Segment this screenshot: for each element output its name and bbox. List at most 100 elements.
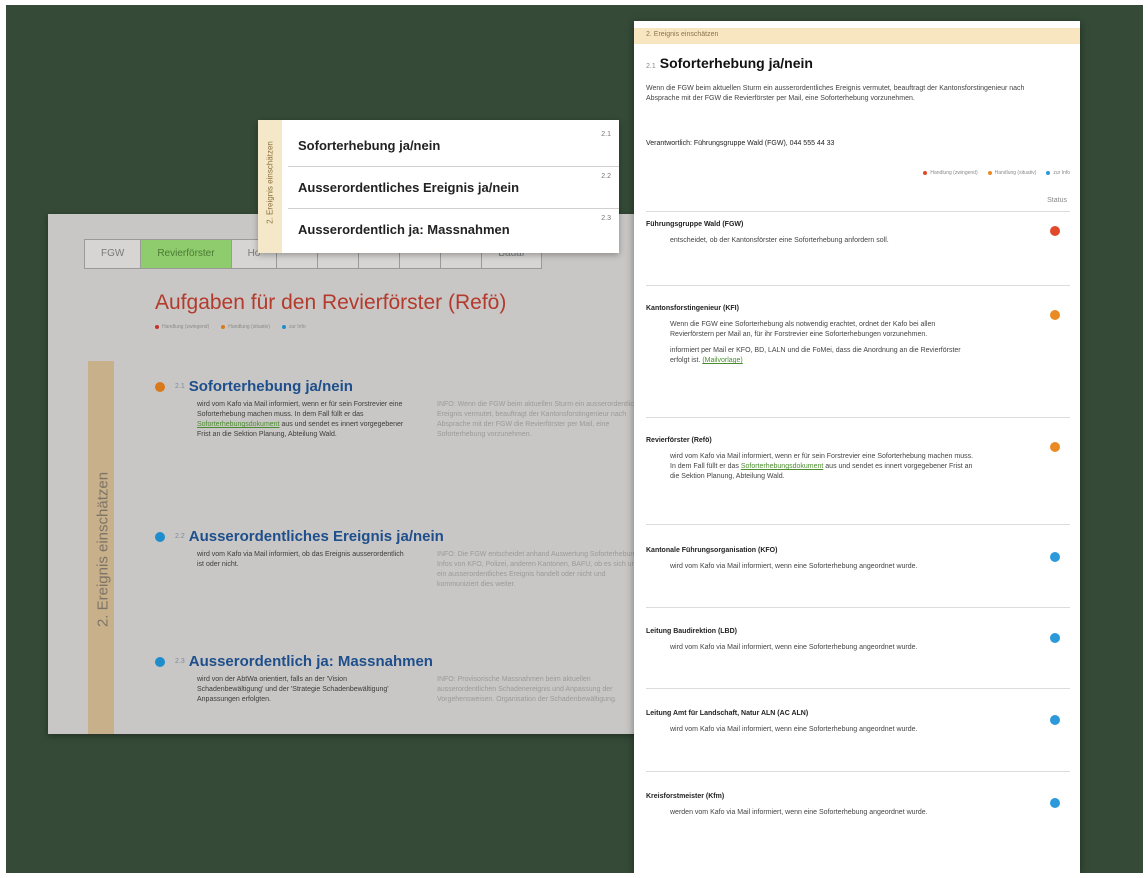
org-description: entscheidet, ob der Kantonsförster eine …: [670, 236, 980, 246]
legend-dot: [221, 325, 226, 329]
phase-label: 2. Ereignis einschätzen: [94, 471, 112, 628]
divider: [646, 417, 1070, 418]
legend-dot: [987, 171, 992, 175]
status-dot: [1050, 798, 1060, 808]
submenu-item-label: Ausserordentliches Ereignis ja/nein: [298, 180, 520, 195]
legend-item: zur Info: [1046, 170, 1070, 176]
task-number: 2.1: [175, 383, 185, 390]
org-text: wird vom Kafo via Mail informiert, wenn …: [670, 644, 918, 651]
divider: [646, 771, 1070, 772]
task-description: wird von der AbtWa orientiert, falls an …: [197, 676, 389, 703]
legend-label: zur Info: [1053, 170, 1070, 176]
status-column-header: Status: [1047, 197, 1067, 204]
task-description: wird vom Kafo via Mail informiert, wenn …: [197, 400, 407, 440]
submenu-item-massnahmen[interactable]: Ausserordentlich ja: Massnahmen 2.3: [288, 208, 619, 250]
org-name: Revierförster (Refö): [646, 437, 712, 444]
sheet-title: Soforterhebung ja/nein: [659, 55, 813, 71]
document-link[interactable]: Soforterhebungsdokument: [197, 421, 280, 428]
org-text: werden vom Kafo via Mail informiert, wen…: [670, 809, 928, 816]
divider: [646, 607, 1070, 608]
org-description: wird vom Kafo via Mail informiert, wenn …: [670, 725, 980, 735]
task-2-2: 2.2 Ausserordentliches Ereignis ja/nein …: [155, 528, 640, 588]
org-text: wird vom Kafo via Mail informiert, wenn …: [670, 452, 980, 482]
org-description: werden vom Kafo via Mail informiert, wen…: [670, 808, 980, 818]
submenu-item-ausserordentliches-ereignis[interactable]: Ausserordentliches Ereignis ja/nein 2.2: [288, 166, 619, 209]
org-name: Kantonsforstingenieur (KFI): [646, 305, 739, 312]
legend-label: Handlung (situativ): [228, 324, 270, 330]
task-info: INFO: Provisorische Massnahmen beim aktu…: [437, 676, 617, 703]
org-row-aln: Leitung Amt für Landschaft, Natur ALN (A…: [646, 710, 1076, 741]
org-text: wird vom Kafo via Mail informiert, wenn …: [670, 726, 918, 733]
task-description: wird vom Kafo via Mail informiert, ob da…: [197, 551, 404, 568]
org-row-kfi: Kantonsforstingenieur (KFI) Wenn die FGW…: [646, 305, 1076, 372]
sheet-intro: Wenn die FGW beim aktuellen Sturm ein au…: [646, 85, 1025, 102]
phase-label: 2. Ereignis einschätzen: [265, 141, 275, 224]
task-title: Ausserordentliches Ereignis ja/nein: [188, 528, 444, 545]
org-row-fgw: Führungsgruppe Wald (FGW) entscheidet, o…: [646, 221, 1076, 252]
divider: [646, 524, 1070, 525]
task-info: INFO: Wenn die FGW beim aktuellen Sturm …: [437, 401, 646, 438]
task-header[interactable]: 2.2 Ausserordentliches Ereignis ja/nein: [155, 528, 444, 545]
divider: [646, 285, 1070, 286]
task-number: 2.2: [175, 533, 185, 540]
task-title: Ausserordentlich ja: Massnahmen: [188, 653, 433, 670]
org-name: Kantonale Führungsorganisation (KFO): [646, 547, 778, 554]
org-row-lbd: Leitung Baudirektion (LBD) wird vom Kafo…: [646, 628, 1076, 659]
responsible-line: Verantwortlich: Führungsgruppe Wald (FGW…: [646, 140, 835, 147]
phase-strip: 2. Ereignis einschätzen: [258, 120, 282, 253]
org-description: wird vom Kafo via Mail informiert, wenn …: [670, 643, 980, 653]
detail-sheet: 2. Ereignis einschätzen 2.1 Soforterhebu…: [634, 21, 1080, 873]
legend-label: Handlung (zwingend): [930, 170, 978, 176]
task-header[interactable]: 2.3 Ausserordentlich ja: Massnahmen: [155, 653, 433, 670]
org-name: Führungsgruppe Wald (FGW): [646, 221, 744, 228]
divider: [646, 688, 1070, 689]
legend-label: zur Info: [288, 324, 306, 330]
org-row-kfm: Kreisforstmeister (Kfm) werden vom Kafo …: [646, 793, 1076, 824]
submenu-item-label: Ausserordentlich ja: Massnahmen: [298, 222, 510, 237]
org-name: Kreisforstmeister (Kfm): [646, 793, 725, 800]
legend-dot: [155, 325, 159, 329]
org-text: entscheidet, ob der Kantonsförster eine …: [670, 237, 889, 244]
phase-strip: 2. Ereignis einschätzen: [88, 361, 114, 734]
revierfoerster-page: FGW Revierförster Ho Bauaf 2. Ereignis e…: [48, 214, 646, 734]
legend-item: Handlung (zwingend): [923, 170, 978, 176]
tab-revierfoerster[interactable]: Revierförster: [140, 239, 232, 269]
org-description: wird vom Kafo via Mail informiert, wenn …: [670, 452, 980, 482]
org-name: Leitung Amt für Landschaft, Natur ALN (A…: [646, 710, 809, 717]
legend: Handlung (zwingend) Handlung (situativ) …: [923, 170, 1070, 176]
org-row-kfo: Kantonale Führungsorganisation (KFO) wir…: [646, 547, 1076, 578]
legend-dot: [923, 171, 928, 175]
status-dot: [1050, 226, 1060, 236]
mail-template-link[interactable]: (Mailvorlage): [702, 357, 742, 364]
submenu-item-number: 2.3: [601, 215, 611, 222]
task-2-1: 2.1 Soforterhebung ja/nein wird vom Kafo…: [155, 378, 645, 438]
status-dot: [1050, 310, 1060, 320]
org-row-refoe: Revierförster (Refö) wird vom Kafo via M…: [646, 437, 1076, 488]
legend-label: Handlung (situativ): [994, 170, 1037, 176]
submenu-item-soforterhebung[interactable]: Soforterhebung ja/nein 2.1: [288, 124, 619, 167]
page-title: Aufgaben für den Revierförster (Refö): [155, 291, 507, 314]
document-link[interactable]: Soforterhebungsdokument: [741, 463, 824, 470]
task-info: INFO: Die FGW entscheidet anhand Auswert…: [437, 551, 641, 588]
legend-dot: [1046, 171, 1051, 175]
submenu-item-number: 2.2: [601, 173, 611, 180]
legend-item: zur Info: [281, 324, 306, 330]
backdrop: FGW Revierförster Ho Bauaf 2. Ereignis e…: [6, 5, 1143, 873]
task-header[interactable]: 2.1 Soforterhebung ja/nein: [155, 378, 353, 395]
org-description: wird vom Kafo via Mail informiert, wenn …: [670, 562, 980, 572]
org-text: wird vom Kafo via Mail informiert, wenn …: [670, 563, 918, 570]
org-text: Wenn die FGW eine Soforterhebung als not…: [670, 321, 936, 338]
status-dot: [155, 656, 165, 667]
task-title: Soforterhebung ja/nein: [188, 378, 353, 395]
phase-band: 2. Ereignis einschätzen: [634, 28, 1080, 44]
submenu-popup: 2. Ereignis einschätzen Soforterhebung j…: [258, 120, 619, 253]
legend-dot: [281, 325, 286, 329]
legend-item: Handlung (zwingend): [155, 324, 209, 330]
sheet-heading: 2.1 Soforterhebung ja/nein: [646, 55, 813, 71]
status-dot: [155, 381, 165, 392]
org-name: Leitung Baudirektion (LBD): [646, 628, 737, 635]
tab-fgw[interactable]: FGW: [84, 239, 142, 269]
status-dot: [1050, 715, 1060, 725]
task-number: 2.3: [175, 658, 185, 665]
status-dot: [155, 531, 165, 542]
